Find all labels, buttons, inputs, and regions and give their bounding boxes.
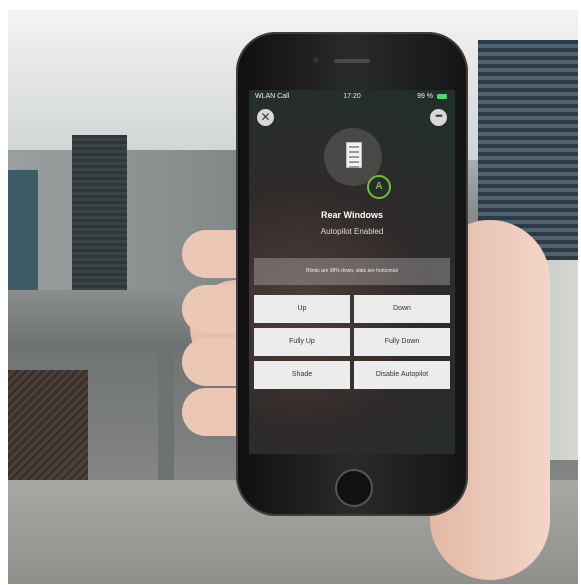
up-button[interactable]: Up bbox=[254, 295, 350, 323]
down-button[interactable]: Down bbox=[354, 295, 450, 323]
status-bar: WLAN Call 17:20 99 % bbox=[249, 90, 455, 104]
battery-status: 99 % bbox=[417, 93, 447, 100]
home-button[interactable] bbox=[335, 469, 373, 507]
close-icon: ✕ bbox=[260, 110, 271, 124]
device-title: Rear Windows bbox=[321, 210, 383, 220]
app-screen: WLAN Call 17:20 99 % ✕ ••• A Rear Window… bbox=[249, 90, 455, 454]
close-button[interactable]: ✕ bbox=[257, 109, 274, 126]
earpiece-speaker bbox=[334, 59, 370, 63]
disable-autopilot-button[interactable]: Disable Autopilot bbox=[354, 361, 450, 389]
battery-icon bbox=[437, 93, 447, 99]
fully-down-button[interactable]: Fully Down bbox=[354, 328, 450, 356]
blind-status-text: Blinds are 98% down, slats are horizonta… bbox=[306, 268, 398, 274]
more-icon: ••• bbox=[435, 111, 443, 121]
battery-percent: 99 % bbox=[417, 93, 434, 100]
building-door bbox=[72, 135, 127, 295]
blind-status-panel: Blinds are 98% down, slats are horizonta… bbox=[254, 258, 450, 285]
fully-up-button[interactable]: Fully Up bbox=[254, 328, 350, 356]
device-subtitle: Autopilot Enabled bbox=[320, 227, 384, 236]
window-left bbox=[8, 170, 38, 290]
smartphone: WLAN Call 17:20 99 % ✕ ••• A Rear Window… bbox=[236, 32, 468, 516]
window-blind-icon bbox=[346, 142, 362, 168]
front-camera bbox=[313, 57, 319, 63]
more-button[interactable]: ••• bbox=[430, 109, 447, 126]
shade-button[interactable]: Shade bbox=[254, 361, 350, 389]
autopilot-badge: A bbox=[367, 175, 391, 199]
